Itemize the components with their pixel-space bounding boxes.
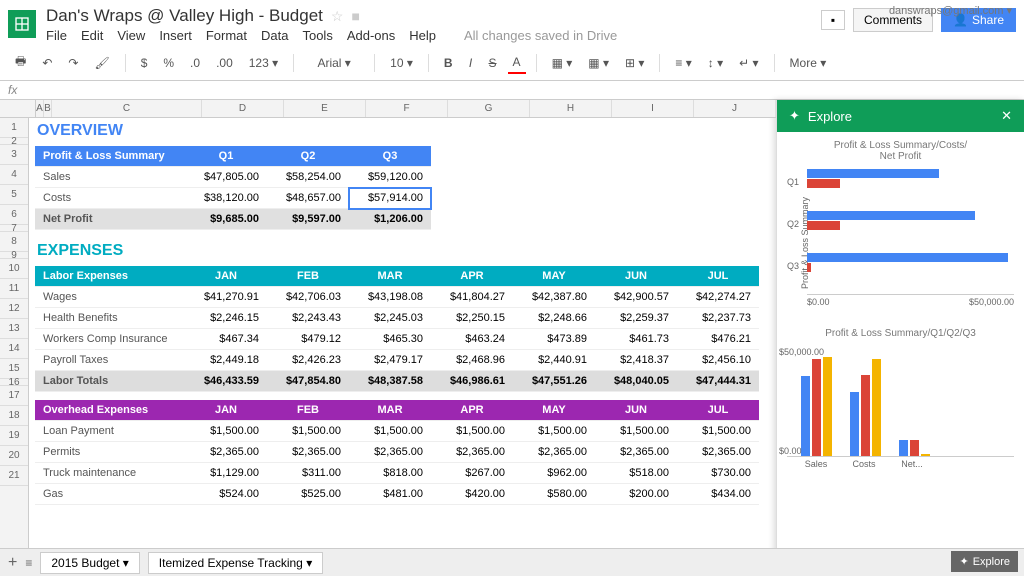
- explore-fab[interactable]: ✦ Explore: [951, 551, 1018, 572]
- explore-chart-1[interactable]: Profit & Loss Summary/Costs/ Net Profit …: [787, 140, 1014, 308]
- explore-panel: ✦ Explore ✕ Profit & Loss Summary/Costs/…: [776, 100, 1024, 556]
- bold-icon[interactable]: B: [439, 53, 458, 73]
- star-icon[interactable]: ☆: [331, 8, 344, 25]
- fontsize-select[interactable]: 10 ▾: [385, 53, 418, 73]
- col-h[interactable]: H: [530, 100, 612, 117]
- print-icon[interactable]: 🖶: [10, 49, 31, 76]
- toolbar: 🖶 ↶ ↷ 🖌 $ % .0 .00 123 ▾ Arial ▾ 10 ▾ B …: [0, 45, 1024, 81]
- menu-help[interactable]: Help: [409, 28, 436, 43]
- explore-fab-icon: ✦: [959, 555, 968, 568]
- selected-cell: $57,914.00: [349, 188, 431, 209]
- redo-icon[interactable]: ↷: [63, 53, 83, 73]
- pl-table[interactable]: Profit & Loss SummaryQ1Q2Q3 Sales$47,805…: [35, 146, 431, 230]
- formula-bar[interactable]: fx: [0, 81, 1024, 100]
- fill-color-icon[interactable]: ▦ ▾: [547, 53, 578, 73]
- halign-icon[interactable]: ≡ ▾: [670, 53, 696, 73]
- sheet-tabs: + ≡ 2015 Budget ▾ Itemized Expense Track…: [0, 548, 1024, 576]
- increase-decimal-icon[interactable]: .00: [211, 53, 238, 73]
- col-f[interactable]: F: [366, 100, 448, 117]
- all-sheets-icon[interactable]: ≡: [25, 556, 32, 570]
- folder-icon[interactable]: ■: [351, 8, 359, 24]
- more-button[interactable]: More ▾: [785, 53, 832, 73]
- currency-icon[interactable]: $: [136, 53, 153, 73]
- italic-icon[interactable]: I: [464, 53, 478, 73]
- menu-data[interactable]: Data: [261, 28, 288, 43]
- doc-title[interactable]: Dan's Wraps @ Valley High - Budget: [46, 6, 323, 26]
- menubar: File Edit View Insert Format Data Tools …: [46, 28, 821, 43]
- col-j[interactable]: J: [694, 100, 776, 117]
- menu-view[interactable]: View: [117, 28, 145, 43]
- wrap-icon[interactable]: ↵ ▾: [734, 53, 763, 73]
- undo-icon[interactable]: ↶: [37, 53, 57, 73]
- col-a[interactable]: A: [36, 100, 44, 117]
- explore-icon: ✦: [789, 108, 800, 124]
- close-icon[interactable]: ✕: [1001, 108, 1012, 124]
- user-email[interactable]: danswraps@gmail.com ▾: [889, 4, 1012, 17]
- menu-format[interactable]: Format: [206, 28, 247, 43]
- merge-icon[interactable]: ⊞ ▾: [620, 53, 649, 73]
- tab-itemized[interactable]: Itemized Expense Tracking ▾: [148, 552, 323, 574]
- valign-icon[interactable]: ↕ ▾: [703, 53, 728, 73]
- row-headers[interactable]: 123456789101112131415161718192021: [0, 118, 29, 554]
- col-e[interactable]: E: [284, 100, 366, 117]
- overview-title: OVERVIEW: [29, 118, 776, 144]
- borders-icon[interactable]: ▦ ▾: [583, 53, 614, 73]
- menu-edit[interactable]: Edit: [81, 28, 103, 43]
- text-color-icon[interactable]: A: [508, 52, 526, 74]
- menu-insert[interactable]: Insert: [159, 28, 192, 43]
- sheets-logo[interactable]: [8, 10, 36, 38]
- menu-addons[interactable]: Add-ons: [347, 28, 395, 43]
- decrease-decimal-icon[interactable]: .0: [185, 53, 205, 73]
- cells[interactable]: OVERVIEW Profit & Loss SummaryQ1Q2Q3 Sal…: [29, 118, 776, 554]
- zoom-select[interactable]: 123 ▾: [244, 53, 283, 73]
- paint-format-icon[interactable]: 🖌: [89, 53, 114, 73]
- col-g[interactable]: G: [448, 100, 530, 117]
- col-b[interactable]: B: [44, 100, 52, 117]
- expenses-title: EXPENSES: [29, 238, 776, 264]
- overhead-table[interactable]: Overhead ExpensesJANFEBMARAPRMAYJUNJUL L…: [35, 400, 759, 505]
- select-all-corner[interactable]: [0, 100, 36, 117]
- chat-icon[interactable]: ▪: [821, 10, 845, 30]
- header: Dan's Wraps @ Valley High - Budget ☆ ■ F…: [0, 0, 1024, 43]
- tab-2015-budget[interactable]: 2015 Budget ▾: [40, 552, 139, 574]
- font-select[interactable]: Arial ▾: [304, 53, 364, 73]
- col-c[interactable]: C: [52, 100, 202, 117]
- strike-icon[interactable]: S: [484, 53, 502, 73]
- menu-file[interactable]: File: [46, 28, 67, 43]
- labor-table[interactable]: Labor ExpensesJANFEBMARAPRMAYJUNJUL Wage…: [35, 266, 759, 392]
- col-i[interactable]: I: [612, 100, 694, 117]
- explore-title: Explore: [808, 109, 852, 124]
- add-sheet-icon[interactable]: +: [8, 554, 17, 572]
- sheet-area[interactable]: A B C D E F G H I J 12345678910111213141…: [0, 100, 776, 556]
- percent-icon[interactable]: %: [158, 53, 179, 73]
- col-d[interactable]: D: [202, 100, 284, 117]
- menu-tools[interactable]: Tools: [302, 28, 332, 43]
- explore-chart-2[interactable]: Profit & Loss Summary/Q1/Q2/Q3 $50,000.0…: [787, 328, 1014, 471]
- save-status: All changes saved in Drive: [464, 28, 617, 43]
